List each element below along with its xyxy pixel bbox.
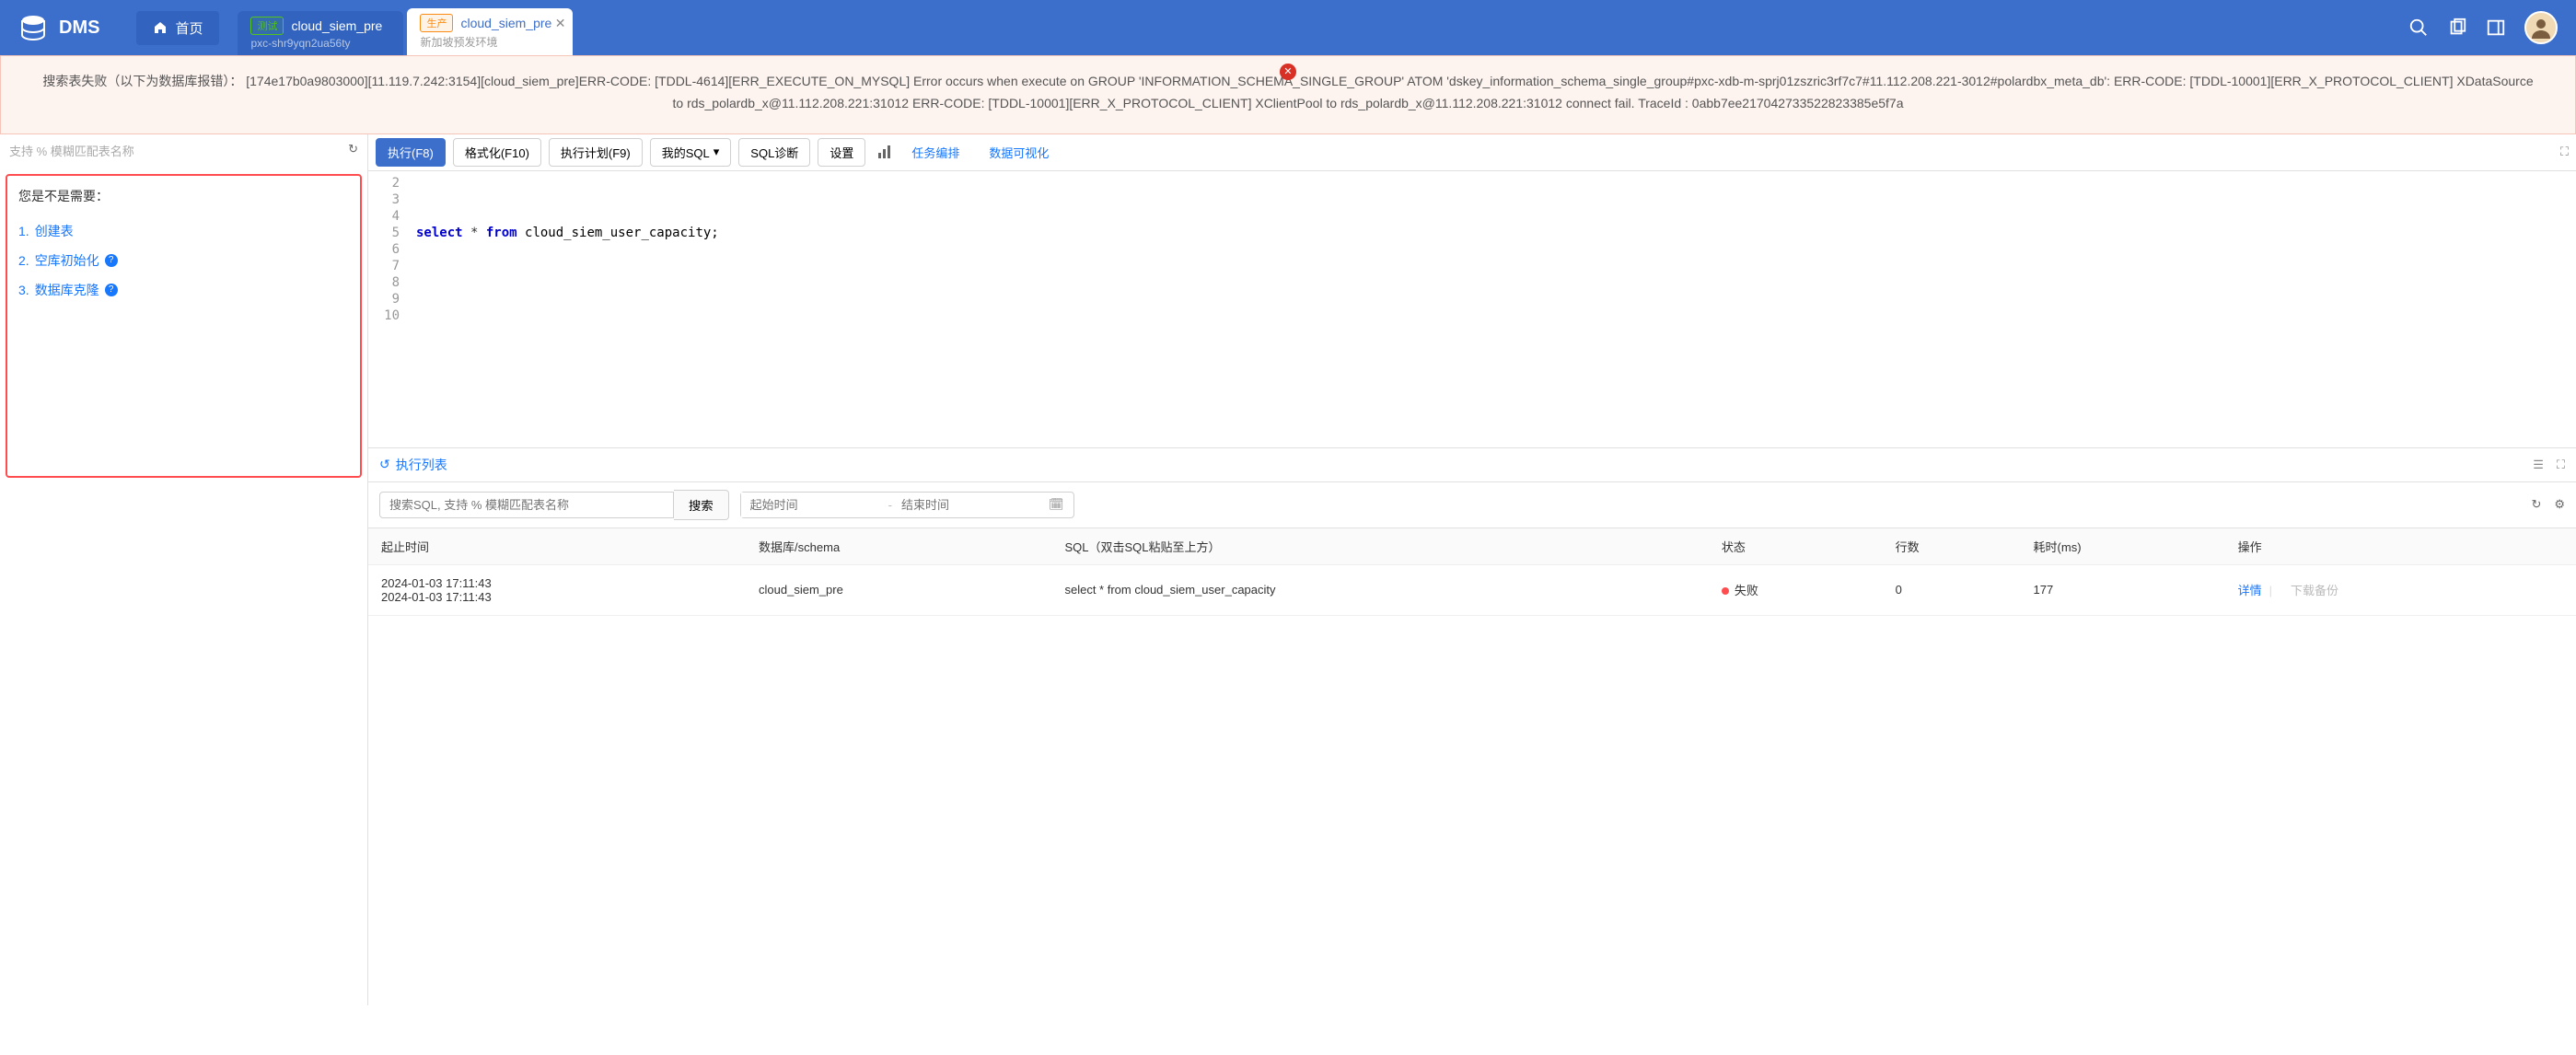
- data-viz-link[interactable]: 数据可视化: [978, 139, 1060, 166]
- status-dot-fail: [1722, 587, 1729, 595]
- home-icon: [153, 20, 168, 35]
- exec-tools: ☰ ⛶: [2533, 458, 2565, 472]
- expand-icon[interactable]: ⛶: [2557, 458, 2565, 472]
- cell-status: 失败: [1709, 564, 1883, 615]
- suggest-clone-db[interactable]: 3. 数据库克隆 ?: [18, 275, 349, 305]
- home-label: 首页: [175, 18, 203, 38]
- error-close-button[interactable]: ✕: [1280, 64, 1296, 80]
- database-icon: [18, 13, 48, 42]
- error-banner: ✕ 搜索表失败（以下为数据库报错）： [174e17b0a9803000][11…: [0, 55, 2576, 134]
- cell-elapsed: 177: [2021, 564, 2225, 615]
- help-icon[interactable]: ?: [105, 254, 118, 267]
- sql-toolbar: 执行(F8) 格式化(F10) 执行计划(F9) 我的SQL ▾ SQL诊断 设…: [368, 134, 2576, 171]
- run-button[interactable]: 执行(F8): [376, 138, 446, 167]
- download-link: 下载备份: [2291, 584, 2338, 597]
- format-button[interactable]: 格式化(F10): [453, 138, 541, 167]
- search-hint: 支持 % 模糊匹配表名称 ↻: [4, 134, 364, 167]
- user-icon: [2528, 15, 2554, 41]
- calendar-icon[interactable]: 🗓: [1039, 497, 1073, 512]
- gear-icon[interactable]: ⚙: [2554, 497, 2565, 512]
- col-status: 状态: [1709, 528, 1883, 565]
- help-icon[interactable]: ?: [105, 284, 118, 296]
- tab-prod[interactable]: 生产 cloud_siem_pre 新加坡预发环境 ✕: [407, 8, 573, 55]
- cell-rows: 0: [1883, 564, 2021, 615]
- tabs-area: 测试 cloud_siem_pre pxc-shr9yqn2ua56ty 生产 …: [238, 0, 576, 55]
- diag-button[interactable]: SQL诊断: [738, 138, 810, 167]
- exec-header: ↺ 执行列表 ☰ ⛶: [368, 447, 2576, 482]
- task-arrange-link[interactable]: 任务编排: [900, 139, 970, 166]
- col-sql: SQL（双击SQL粘贴至上方）: [1051, 528, 1708, 565]
- panel-icon[interactable]: [2486, 17, 2506, 38]
- plan-button[interactable]: 执行计划(F9): [549, 138, 643, 167]
- col-time: 起止时间: [368, 528, 746, 565]
- app-name: DMS: [59, 17, 99, 39]
- filter-sql-input[interactable]: [379, 492, 674, 518]
- tab-name: cloud_siem_pre: [460, 16, 551, 30]
- search-icon[interactable]: [2408, 17, 2429, 38]
- logo-area: DMS: [0, 13, 118, 42]
- date-range: - 🗓: [740, 492, 1074, 518]
- env-badge-test: 测试: [250, 17, 284, 35]
- refresh-icon[interactable]: ↻: [348, 142, 358, 157]
- close-icon[interactable]: ✕: [555, 16, 566, 31]
- chart-icon[interactable]: [876, 144, 893, 160]
- search-button[interactable]: 搜索: [674, 490, 729, 520]
- app-header: DMS 首页 测试 cloud_siem_pre pxc-shr9yqn2ua5…: [0, 0, 2576, 55]
- copy-icon[interactable]: [2447, 17, 2467, 38]
- suggest-create-table[interactable]: 1. 创建表: [18, 216, 349, 246]
- result-table: 起止时间 数据库/schema SQL（双击SQL粘贴至上方） 状态 行数 耗时…: [368, 528, 2576, 616]
- settings-button[interactable]: 设置: [818, 138, 865, 167]
- table-header-row: 起止时间 数据库/schema SQL（双击SQL粘贴至上方） 状态 行数 耗时…: [368, 528, 2576, 565]
- sidebar: 支持 % 模糊匹配表名称 ↻ 您是不是需要： 1. 创建表 2. 空库初始化 ?…: [0, 134, 368, 1005]
- code-area[interactable]: select * from cloud_siem_user_capacity;: [409, 171, 2576, 447]
- end-date-input[interactable]: [892, 493, 1039, 517]
- table-row[interactable]: 2024-01-03 17:11:43 2024-01-03 17:11:43 …: [368, 564, 2576, 615]
- header-right: [2408, 11, 2576, 44]
- tab-sub: pxc-shr9yqn2ua56ty: [250, 37, 390, 50]
- cell-time: 2024-01-03 17:11:43 2024-01-03 17:11:43: [368, 564, 746, 615]
- refresh-icon[interactable]: ↻: [2531, 497, 2541, 512]
- mysql-button[interactable]: 我的SQL ▾: [650, 138, 732, 167]
- menu-icon[interactable]: ☰: [2533, 458, 2544, 472]
- chevron-down-icon: ▾: [714, 145, 720, 159]
- cell-sql[interactable]: select * from cloud_siem_user_capacity: [1051, 564, 1708, 615]
- filter-right: ↻ ⚙: [2531, 497, 2565, 512]
- suggest-init-db[interactable]: 2. 空库初始化 ?: [18, 246, 349, 275]
- tab-test[interactable]: 测试 cloud_siem_pre pxc-shr9yqn2ua56ty: [238, 11, 403, 55]
- col-rows: 行数: [1883, 528, 2021, 565]
- main-area: 支持 % 模糊匹配表名称 ↻ 您是不是需要： 1. 创建表 2. 空库初始化 ?…: [0, 134, 2576, 1005]
- filter-row: 搜索 - 🗓 ↻ ⚙: [368, 482, 2576, 528]
- history-icon: ↺: [379, 457, 390, 472]
- cell-schema: cloud_siem_pre: [746, 564, 1051, 615]
- tab-name: cloud_siem_pre: [291, 18, 382, 33]
- detail-link[interactable]: 详情: [2238, 584, 2262, 597]
- tab-sub: 新加坡预发环境: [420, 34, 560, 50]
- col-action: 操作: [2225, 528, 2576, 565]
- avatar[interactable]: [2524, 11, 2558, 44]
- suggest-title: 您是不是需要：: [18, 187, 349, 205]
- env-badge-prod: 生产: [420, 14, 453, 32]
- start-date-input[interactable]: [741, 493, 888, 517]
- home-button[interactable]: 首页: [136, 11, 219, 45]
- line-gutter: 2345678910: [368, 171, 409, 447]
- content: 执行(F8) 格式化(F10) 执行计划(F9) 我的SQL ▾ SQL诊断 设…: [368, 134, 2576, 1005]
- cell-action: 详情|下载备份: [2225, 564, 2576, 615]
- suggestion-box: 您是不是需要： 1. 创建表 2. 空库初始化 ? 3. 数据库克隆 ?: [6, 174, 362, 478]
- exec-title: ↺ 执行列表: [379, 456, 447, 474]
- col-elapsed: 耗时(ms): [2021, 528, 2225, 565]
- expand-icon[interactable]: ⛶: [2560, 145, 2569, 159]
- col-schema: 数据库/schema: [746, 528, 1051, 565]
- sql-editor[interactable]: 2345678910 select * from cloud_siem_user…: [368, 171, 2576, 447]
